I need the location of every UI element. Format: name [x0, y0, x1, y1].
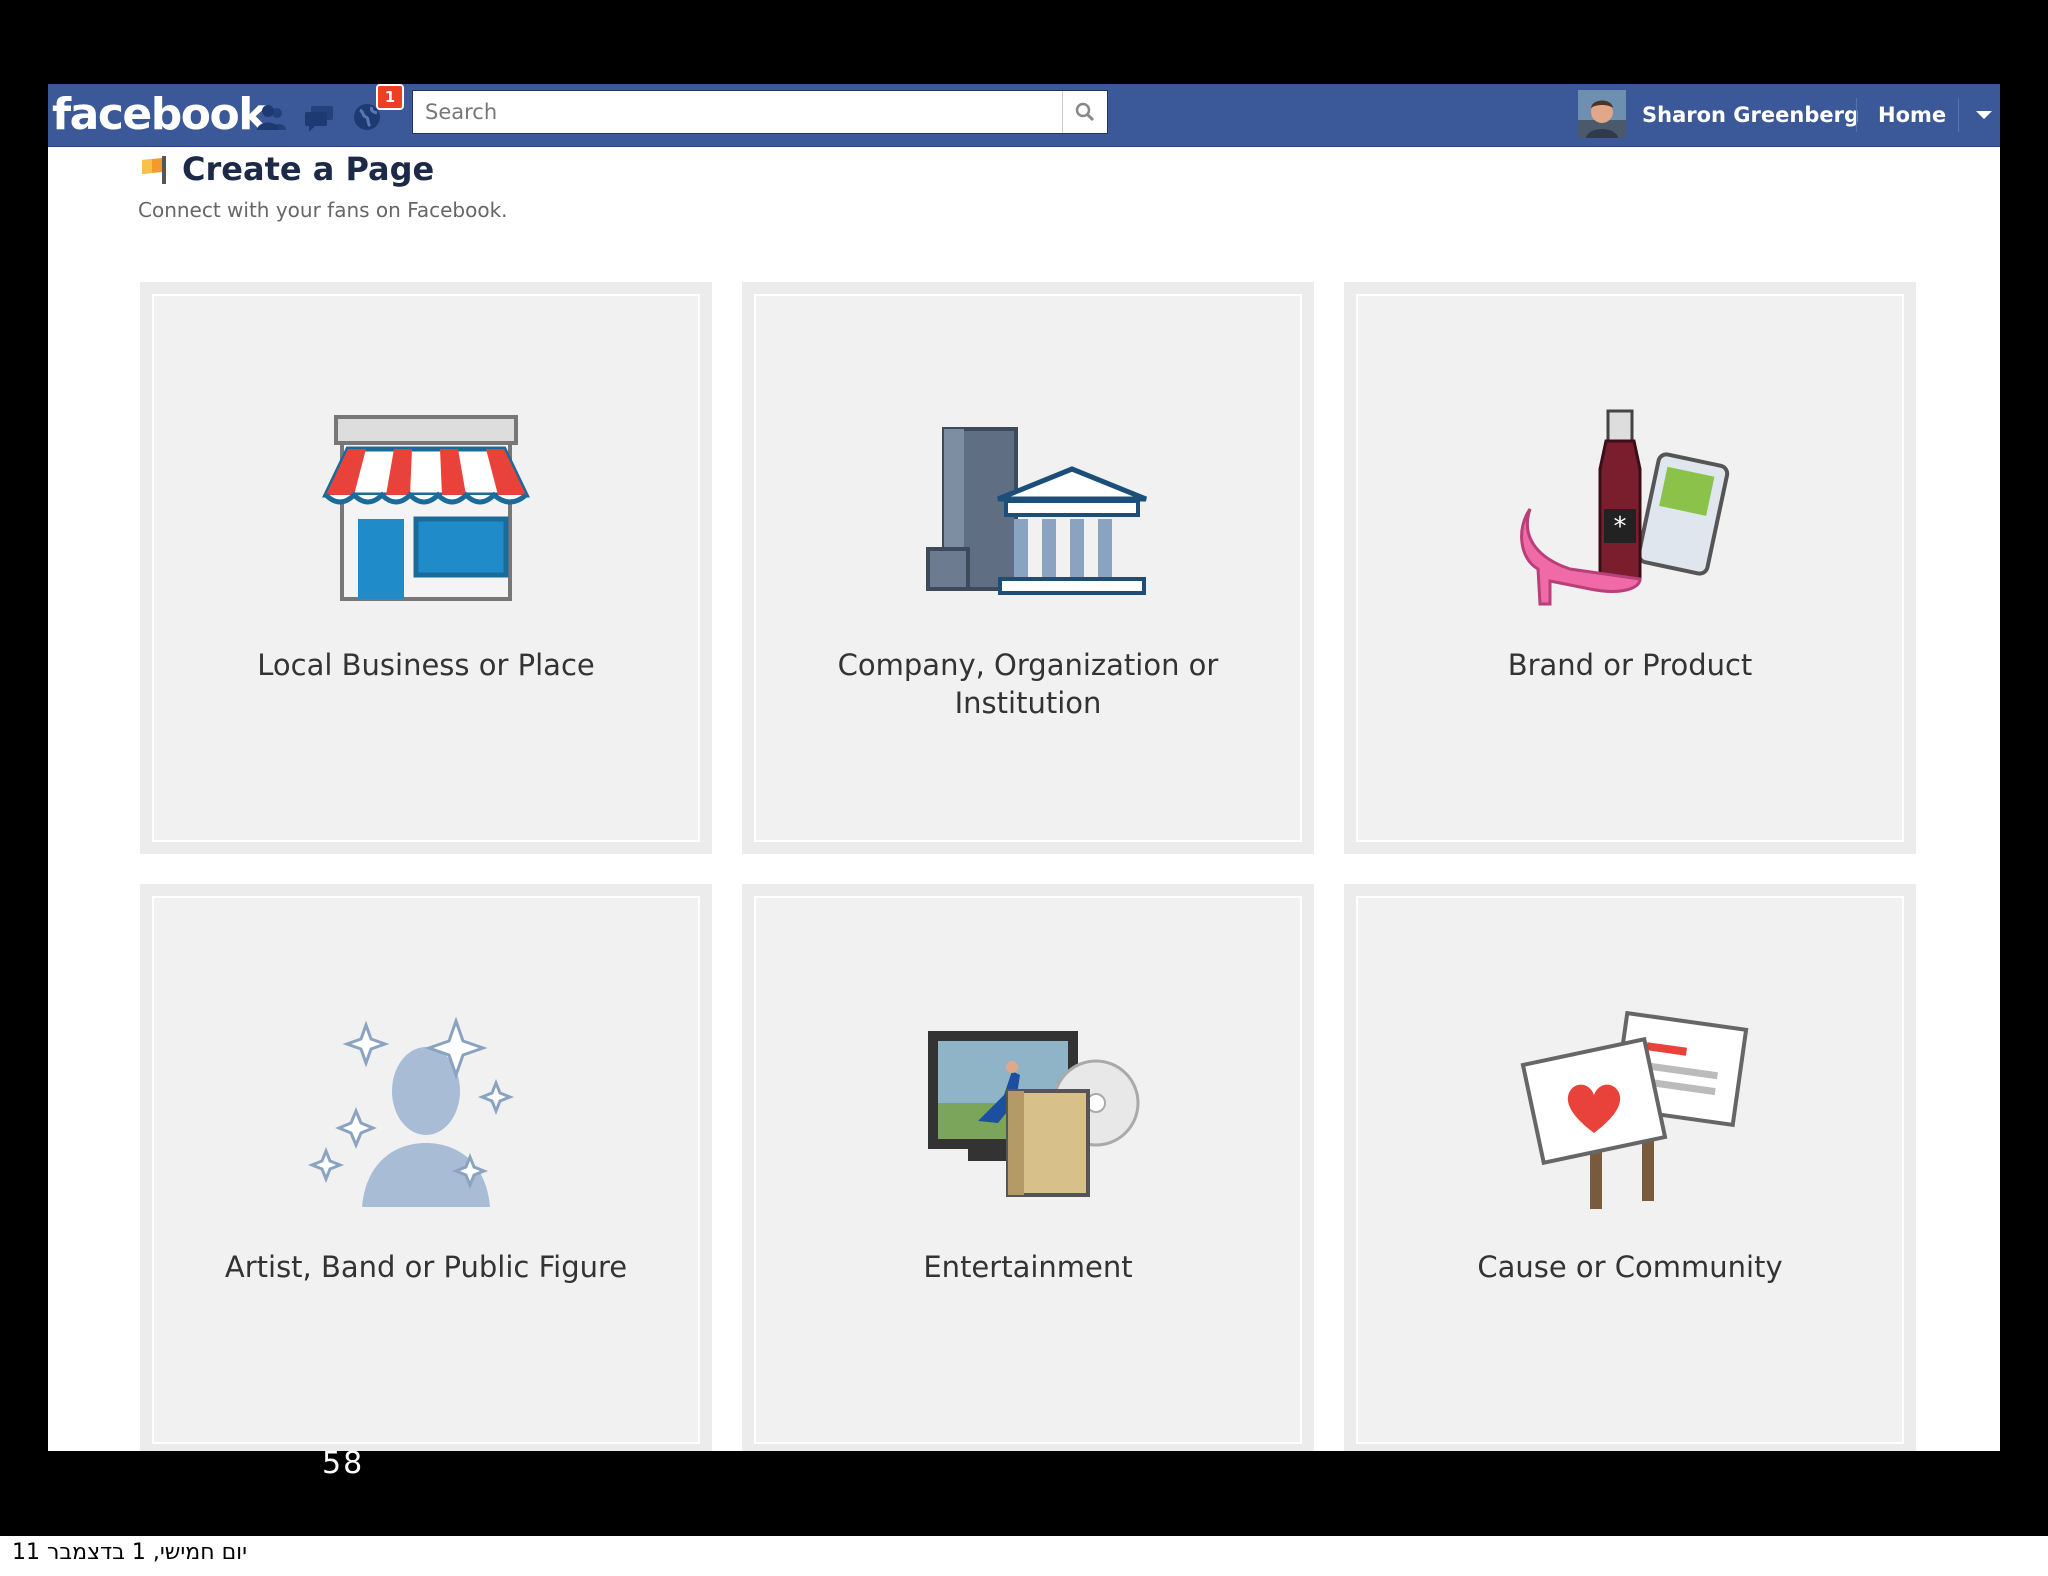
buildings-icon	[908, 409, 1148, 609]
search-box	[412, 90, 1108, 134]
category-label: Brand or Product	[1507, 648, 1753, 682]
messages-icon[interactable]	[302, 100, 336, 134]
products-icon: *	[1510, 409, 1750, 609]
presentation-slide: facebook 1 Sharon Greenberg	[0, 0, 2048, 1536]
flag-icon	[142, 156, 166, 184]
svg-text:*: *	[1614, 512, 1627, 542]
page-subtitle: Connect with your fans on Facebook.	[138, 198, 508, 222]
home-link[interactable]: Home	[1878, 84, 1946, 146]
category-tile-brand[interactable]: * Brand or Product	[1344, 282, 1916, 854]
category-tile-local-business[interactable]: Local Business or Place	[140, 282, 712, 854]
top-bar-divider	[1958, 98, 1959, 132]
category-label: Artist, Band or Public Figure	[224, 1250, 628, 1284]
storefront-icon	[306, 409, 546, 609]
top-bar-divider	[1856, 98, 1857, 132]
category-tile-artist[interactable]: Artist, Band or Public Figure	[140, 884, 712, 1451]
search-input[interactable]	[413, 91, 1053, 133]
category-tile-cause[interactable]: Cause or Community	[1344, 884, 1916, 1451]
category-tile-company[interactable]: Company, Organization or Institution	[742, 282, 1314, 854]
notification-count-badge: 1	[376, 84, 404, 110]
category-label: Local Business or Place	[257, 648, 595, 682]
slide-number: 58	[322, 1446, 365, 1481]
avatar[interactable]	[1578, 90, 1626, 138]
browser-screenshot: facebook 1 Sharon Greenberg	[48, 84, 2000, 1451]
page-title: Create a Page	[182, 150, 435, 188]
category-label: Entertainment	[923, 1250, 1133, 1284]
protest-signs-icon	[1510, 1010, 1750, 1211]
category-tile-entertainment[interactable]: Entertainment	[742, 884, 1314, 1451]
category-label: Cause or Community	[1477, 1250, 1783, 1284]
tv-dvd-book-icon	[908, 1011, 1148, 1211]
silhouette-icon	[306, 1011, 546, 1211]
account-menu-dropdown-icon[interactable]	[1976, 111, 1992, 119]
category-label: Company, Organization or Institution	[837, 648, 1219, 720]
friend-requests-icon[interactable]	[254, 100, 288, 134]
search-button[interactable]	[1062, 91, 1107, 133]
magnifier-icon	[1075, 102, 1095, 122]
facebook-top-bar: facebook 1 Sharon Greenberg	[48, 84, 2000, 147]
facebook-logo[interactable]: facebook	[52, 88, 267, 142]
profile-name-link[interactable]: Sharon Greenberg	[1642, 84, 1859, 146]
footer-date: יום חמישי, 1 בדצמבר 11	[12, 1540, 248, 1565]
